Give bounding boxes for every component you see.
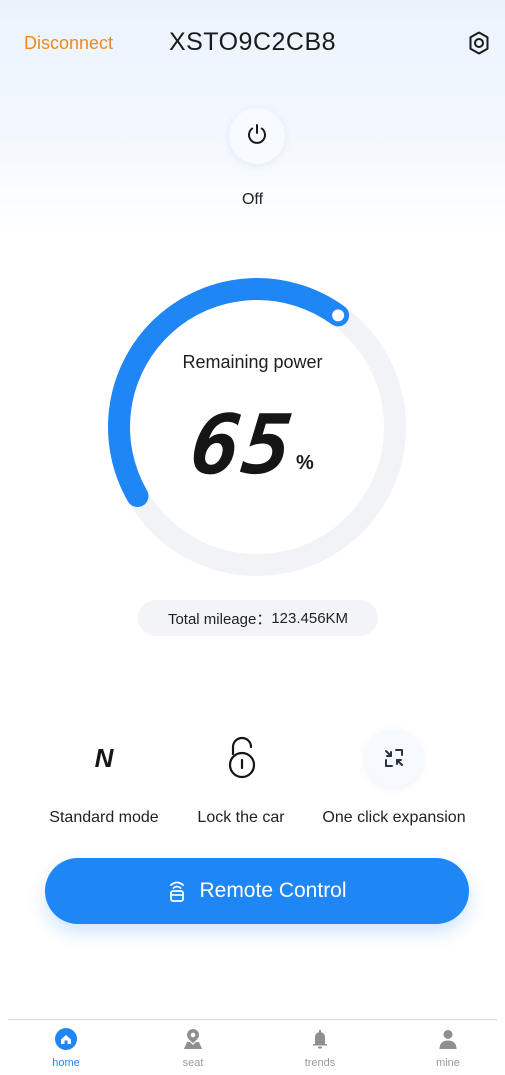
tab-trends[interactable]: trends [290, 1028, 350, 1069]
expand-button[interactable] [364, 728, 424, 788]
total-mileage-pill: Total mileage： 123.456KM [138, 600, 378, 636]
remaining-power-label: Remaining power [182, 352, 323, 372]
mileage-value: 123.456KM [271, 609, 349, 627]
tab-seat[interactable]: seat [163, 1028, 223, 1069]
location-icon [182, 1029, 204, 1054]
drive-mode-icon[interactable]: N [74, 728, 134, 788]
tab-seat-label: seat [182, 1057, 204, 1069]
battery-percent: 65% [0, 398, 505, 493]
device-id-title: XSTO9C2CB8 [168, 28, 337, 56]
bottom-tab-bar: home seat trends mine [8, 1019, 497, 1075]
gauge-knob [330, 307, 347, 324]
tab-mine[interactable]: mine [418, 1028, 478, 1069]
expand-icon [365, 729, 423, 787]
tab-mine-label: mine [436, 1057, 460, 1069]
tab-trends-label: trends [304, 1057, 336, 1069]
lock-icon[interactable] [212, 728, 272, 788]
power-state-label: Off [241, 191, 264, 208]
user-icon [437, 1030, 459, 1054]
remote-control-label: Remote Control [199, 879, 347, 902]
mileage-label: Total mileage： [167, 610, 272, 628]
battery-percent-value: 65 [186, 398, 299, 493]
top-bar: Disconnect XSTO9C2CB8 [0, 0, 505, 86]
remote-key-icon [167, 880, 187, 902]
home-icon [55, 1028, 77, 1054]
one-click-expansion-label[interactable]: One click expansion [314, 809, 474, 827]
remote-control-button[interactable]: Remote Control [45, 858, 469, 924]
tab-home[interactable]: home [36, 1028, 96, 1069]
power-icon [245, 122, 269, 151]
gear-icon[interactable] [466, 30, 492, 56]
power-button[interactable] [229, 108, 285, 164]
bell-icon [309, 1030, 331, 1054]
lock-car-label[interactable]: Lock the car [185, 809, 297, 827]
standard-mode-label[interactable]: Standard mode [40, 809, 168, 827]
tab-home-label: home [52, 1057, 80, 1069]
battery-percent-unit: % [295, 452, 314, 474]
